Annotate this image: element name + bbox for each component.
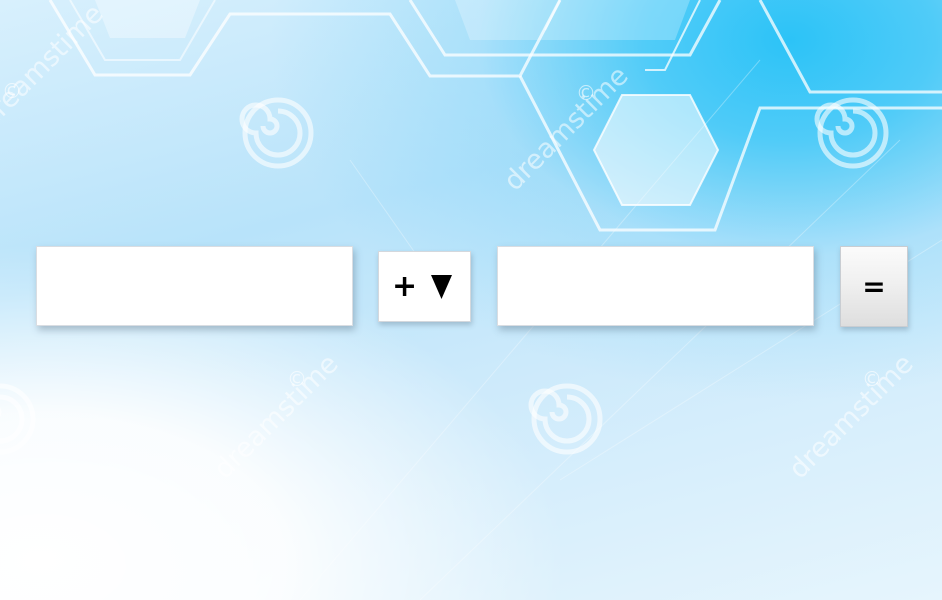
watermark-text: dreamstime (498, 60, 635, 197)
caret-down-icon (431, 275, 452, 299)
operand-b-field[interactable] (497, 246, 814, 326)
watermark-copyright: © (2, 79, 22, 103)
hexagon-shape (592, 94, 720, 206)
watermark-spiral-icon (0, 383, 36, 455)
operand-a-input[interactable] (37, 247, 352, 325)
equals-label: = (862, 269, 886, 303)
operand-b-input[interactable] (498, 247, 813, 325)
operator-value: + (392, 269, 418, 304)
equals-button[interactable]: = (840, 246, 908, 327)
watermark-copyright: © (576, 81, 596, 105)
operator-select[interactable]: + (378, 251, 471, 322)
watermark-text: dreamstime (783, 348, 920, 485)
watermark-spiral-icon (528, 383, 603, 455)
watermark-copyright: © (287, 367, 307, 391)
watermark-text: dreamstime (0, 0, 110, 135)
operand-a-field[interactable] (36, 246, 353, 326)
watermark-copyright: © (862, 367, 882, 391)
hexagon-pattern (48, 0, 942, 232)
watermark-spiral-icon (814, 97, 889, 169)
watermark-text: dreamstime (208, 348, 345, 485)
watermark-spiral-icon (239, 97, 314, 169)
